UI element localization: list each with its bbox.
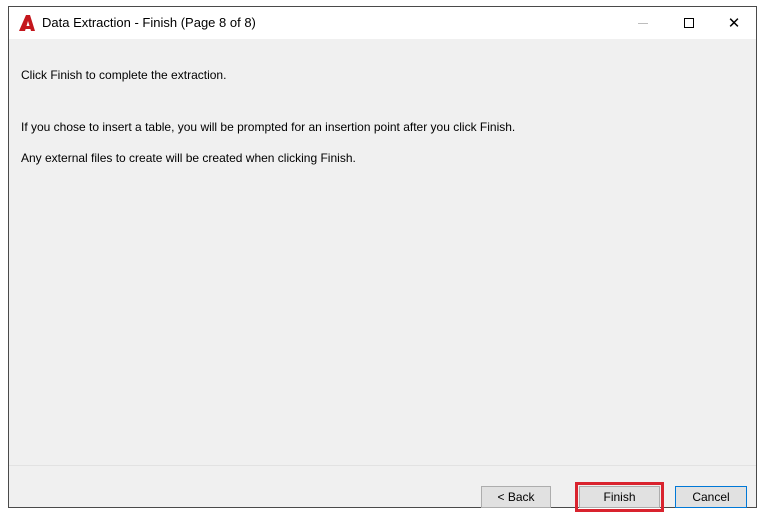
- window-title: Data Extraction - Finish (Page 8 of 8): [42, 15, 256, 30]
- back-button[interactable]: < Back: [481, 486, 551, 508]
- close-icon: ✕: [727, 15, 741, 32]
- cancel-button[interactable]: Cancel: [675, 486, 747, 508]
- minimize-button[interactable]: [620, 7, 666, 39]
- finish-button[interactable]: Finish: [579, 486, 660, 508]
- close-button[interactable]: ✕: [711, 7, 757, 39]
- dialog-window: Data Extraction - Finish (Page 8 of 8) ✕…: [8, 6, 757, 512]
- maximize-button[interactable]: [666, 7, 712, 39]
- maximize-icon: [684, 18, 694, 28]
- minimize-icon: [638, 22, 648, 24]
- button-bar: < Back Finish Cancel: [9, 466, 756, 512]
- content-area: Click Finish to complete the extraction.…: [9, 39, 756, 466]
- instruction-text: Click Finish to complete the extraction.: [21, 68, 227, 82]
- table-insert-note: If you chose to insert a table, you will…: [21, 120, 516, 134]
- title-bar[interactable]: Data Extraction - Finish (Page 8 of 8) ✕: [9, 7, 756, 39]
- autocad-logo-icon: [18, 15, 36, 31]
- external-files-note: Any external files to create will be cre…: [21, 151, 356, 165]
